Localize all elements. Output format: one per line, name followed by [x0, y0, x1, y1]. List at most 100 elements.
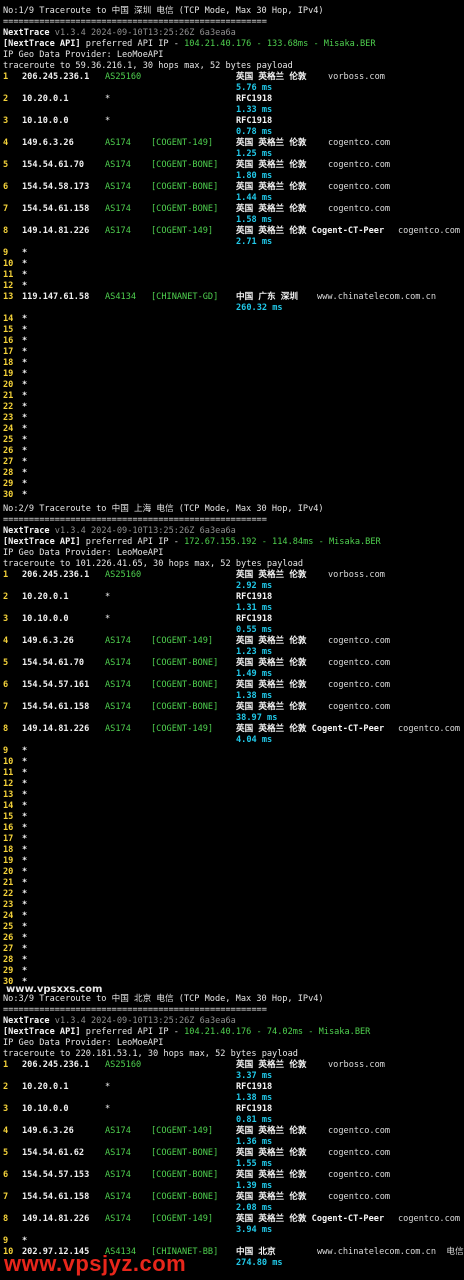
hop-geo: 英国 英格兰 伦敦 [236, 1126, 307, 1136]
hop-ip: 10.20.0.1 [22, 94, 69, 104]
api-line: [NextTrace API] preferred API IP - 104.2… [3, 1027, 370, 1038]
hop-asn: AS174 [105, 160, 131, 170]
api-prefix: [NextTrace API] [3, 537, 81, 547]
tool-name: NextTrace [3, 526, 50, 536]
hop-geo: 英国 英格兰 伦敦 [236, 1170, 307, 1180]
hop-asn: AS174 [105, 138, 131, 148]
hop-host: cogentco.com [328, 658, 391, 668]
hop-asn: AS174 [105, 204, 131, 214]
hop-asn: AS174 [105, 182, 131, 192]
hop-latency: 1.44 ms [236, 193, 273, 203]
hop-index: 7 [3, 1192, 9, 1202]
tool-name: NextTrace [3, 28, 50, 38]
hop-index: 7 [3, 204, 9, 214]
timeout-star: * [22, 490, 28, 500]
trace-title: No:1/9 Traceroute to 中国 深圳 电信 (TCP Mode,… [3, 6, 324, 16]
hop-asn: AS174 [105, 226, 131, 236]
timeout-star: * [22, 336, 28, 346]
timeout-star: * [22, 380, 28, 390]
timeout-star: * [22, 468, 28, 478]
hop-host: cogentco.com [328, 1126, 391, 1136]
version-line: NextTrace v1.3.4 2024-09-10T13:25:26Z 6a… [3, 526, 236, 537]
hop-host: cogentco.com [328, 138, 391, 148]
hop-latency: 1.80 ms [236, 171, 273, 181]
hop-latency: 260.32 ms [236, 303, 283, 313]
hop-geo: 英国 英格兰 伦敦 [236, 138, 307, 148]
api-ip: 172.67.155.192 - 114.84ms - Misaka.BER [184, 537, 381, 547]
hop-index: 16 [3, 336, 14, 346]
hop-netname: [COGENT-BONE] [151, 658, 219, 668]
api-ip: 104.21.40.176 - 74.02ms - Misaka.BER [184, 1027, 371, 1037]
hop-index: 4 [3, 636, 9, 646]
hop-asn: AS4134 [105, 292, 137, 302]
hop-ip: 154.54.61.158 [22, 1192, 90, 1202]
hop-latency: 1.31 ms [236, 603, 273, 613]
hop-geo: 英国 英格兰 伦敦 [236, 1060, 307, 1070]
hop-geo: 英国 英格兰 伦敦 [236, 570, 307, 580]
hop-asn: * [105, 1104, 111, 1114]
hop-latency: 1.49 ms [236, 669, 273, 679]
hop-ip: 154.54.61.158 [22, 204, 90, 214]
hop-latency: 1.36 ms [236, 1137, 273, 1147]
hop-index: 4 [3, 1126, 9, 1136]
hop-index: 27 [3, 944, 14, 954]
hop-ip: 149.14.81.226 [22, 226, 90, 236]
timeout-star: * [22, 768, 28, 778]
hop-host: vorboss.com [328, 570, 385, 580]
hop-ip: 149.14.81.226 [22, 1214, 90, 1224]
timeout-star: * [22, 369, 28, 379]
hop-geo: RFC1918 [236, 94, 273, 104]
timeout-star: * [22, 944, 28, 954]
timeout-star: * [22, 922, 28, 932]
hop-geo: 中国 广东 深圳 [236, 292, 298, 302]
hop-index: 23 [3, 900, 14, 910]
timeout-star: * [22, 790, 28, 800]
hop-index: 19 [3, 369, 14, 379]
timeout-star: * [22, 801, 28, 811]
hop-index: 23 [3, 413, 14, 423]
hop-index: 3 [3, 614, 9, 624]
hop-asn: AS25160 [105, 72, 142, 82]
watermark-bottom: www.vpsjyz.com [4, 1251, 187, 1276]
hop-index: 2 [3, 94, 9, 104]
hop-host: cogentco.com [328, 702, 391, 712]
hop-host: cogentco.com [328, 182, 391, 192]
hop-ip: 154.54.61.70 [22, 160, 85, 170]
hop-index: 14 [3, 314, 14, 324]
hop-asn: AS25160 [105, 1060, 142, 1070]
hop-asn: AS174 [105, 658, 131, 668]
hop-netname: [COGENT-149] [151, 226, 214, 236]
hop-index: 21 [3, 878, 14, 888]
hop-host: cogentco.com [328, 1192, 391, 1202]
hop-index: 26 [3, 446, 14, 456]
timeout-star: * [22, 900, 28, 910]
timeout-star: * [22, 402, 28, 412]
hop-index: 18 [3, 358, 14, 368]
hop-latency: 274.80 ms [236, 1258, 283, 1268]
hop-latency: 5.76 ms [236, 83, 273, 93]
hop-latency: 1.25 ms [236, 149, 273, 159]
hop-host: cogentco.com [328, 680, 391, 690]
hop-netname: [COGENT-BONE] [151, 680, 219, 690]
hop-netname: [COGENT-BONE] [151, 160, 219, 170]
timeout-star: * [22, 424, 28, 434]
version-info: v1.3.4 2024-09-10T13:25:26Z 6a3ea6a [54, 1016, 236, 1026]
hop-ip: 154.54.57.161 [22, 680, 90, 690]
hop-latency: 0.78 ms [236, 127, 273, 137]
hop-latency: 1.33 ms [236, 105, 273, 115]
hop-geo: 英国 英格兰 伦敦 [236, 160, 307, 170]
api-ip: 104.21.40.176 - 133.68ms - Misaka.BER [184, 39, 376, 49]
timeout-star: * [22, 347, 28, 357]
hop-index: 29 [3, 479, 14, 489]
timeout-star: * [22, 746, 28, 756]
hop-geo: RFC1918 [236, 592, 273, 602]
hop-index: 1 [3, 570, 9, 580]
hop-index: 22 [3, 402, 14, 412]
timeout-star: * [22, 889, 28, 899]
hop-host: cogentco.com [398, 1214, 461, 1224]
hop-geo: 英国 英格兰 伦敦 [236, 658, 307, 668]
hop-geo: 英国 英格兰 伦敦 [236, 204, 307, 214]
timeout-star: * [22, 413, 28, 423]
geo-provider: IP Geo Data Provider: LeoMoeAPI [3, 548, 164, 558]
hop-index: 19 [3, 856, 14, 866]
